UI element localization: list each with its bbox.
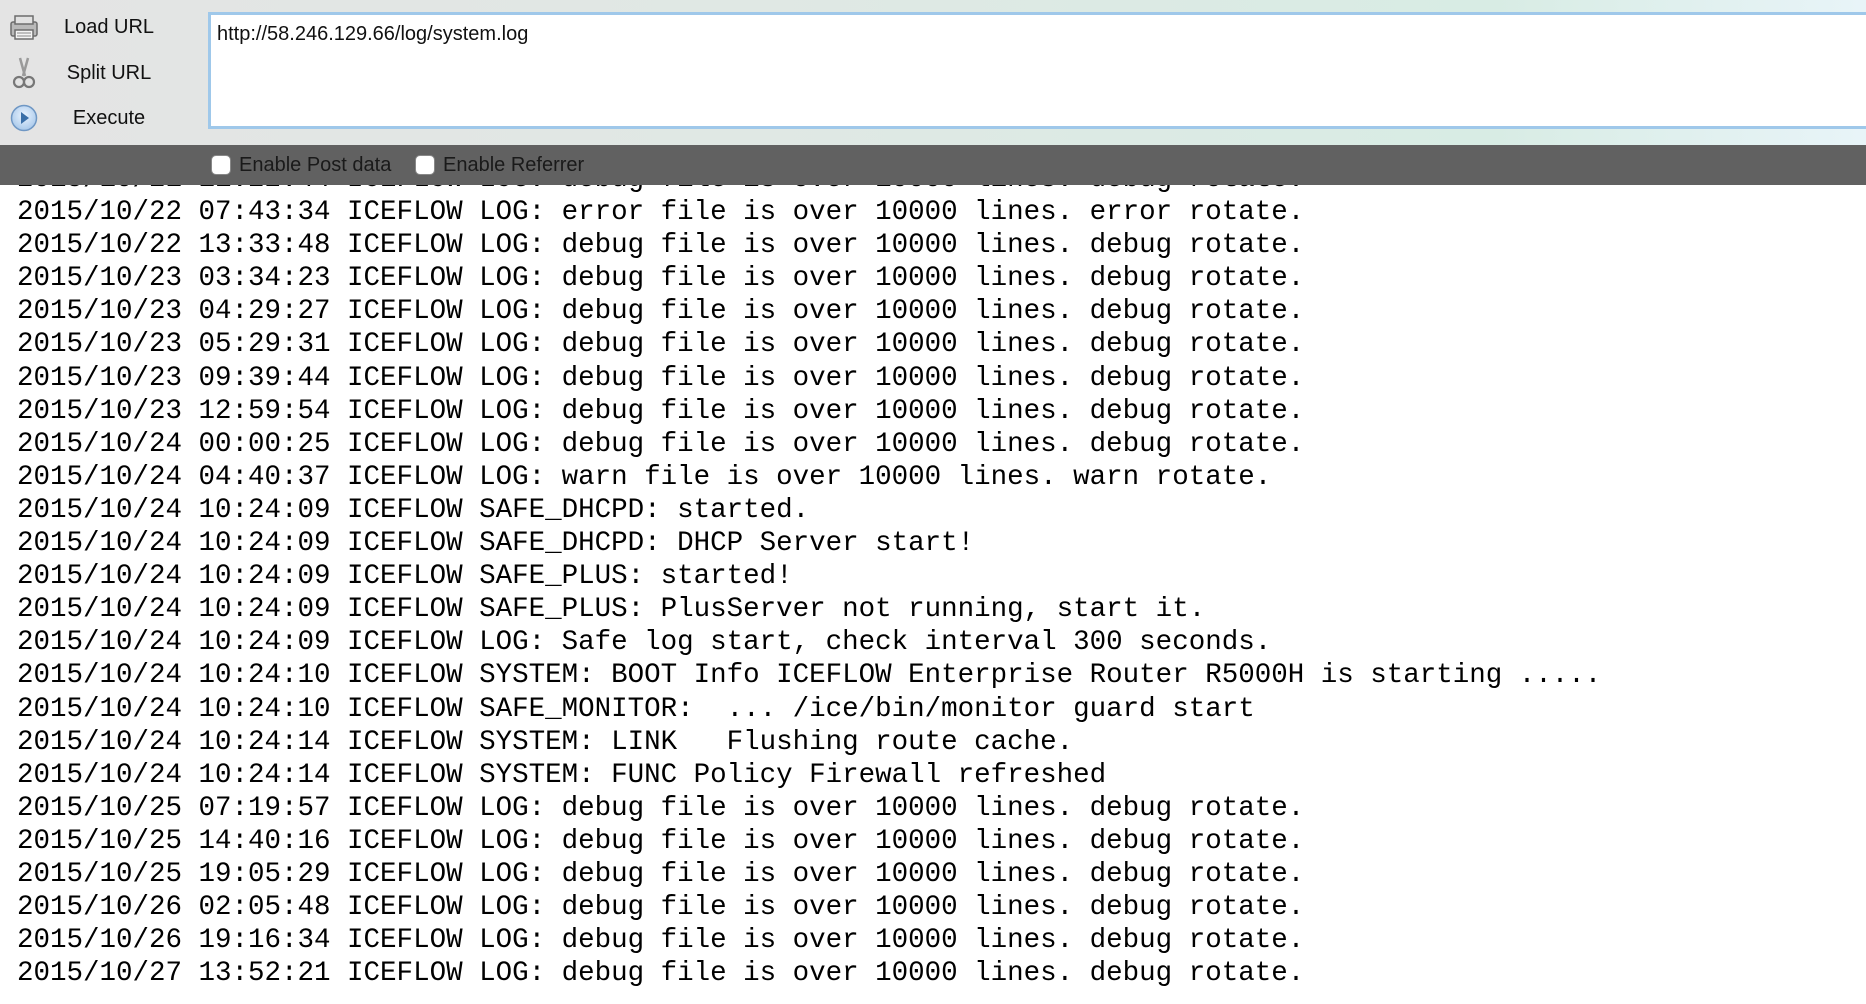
log-line: 2015/10/24 10:24:09 ICEFLOW SAFE_PLUS: s… — [17, 561, 793, 593]
log-line: 2015/10/24 10:24:09 ICEFLOW SAFE_DHCPD: … — [17, 528, 975, 560]
log-line: 2015/10/24 10:24:09 ICEFLOW LOG: Safe lo… — [17, 627, 1272, 659]
log-line: 2015/10/24 10:24:14 ICEFLOW SYSTEM: FUNC… — [17, 759, 1107, 791]
log-line: 2015/10/24 10:24:10 ICEFLOW SYSTEM: BOOT… — [17, 660, 1602, 692]
load-url-label: Load URL — [63, 15, 155, 38]
log-line: 2015/10/22 13:33:48 ICEFLOW LOG: debug f… — [17, 230, 1305, 262]
load-url-button[interactable]: Load URL — [0, 5, 200, 49]
play-icon — [0, 96, 48, 140]
log-line: 2015/10/25 14:40:16 ICEFLOW LOG: debug f… — [17, 825, 1305, 857]
log-line: 2015/10/22 07:43:34 ICEFLOW LOG: error f… — [17, 197, 1305, 229]
log-line: 2015/10/23 03:34:23 ICEFLOW LOG: debug f… — [17, 263, 1305, 295]
enable-post-data-checkbox[interactable] — [211, 155, 231, 175]
log-line: 2015/10/21 11:22:44 ICEFLOW LOG: debug f… — [17, 185, 1601, 196]
log-line: 2015/10/23 04:29:27 ICEFLOW LOG: debug f… — [17, 296, 1305, 328]
log-line: 2015/10/24 04:40:37 ICEFLOW LOG: warn fi… — [17, 461, 1272, 493]
enable-post-data-option[interactable]: Enable Post data — [211, 145, 391, 185]
log-line: 2015/10/24 10:24:10 ICEFLOW SAFE_MONITOR… — [17, 693, 1255, 725]
log-line: 2015/10/23 12:59:54 ICEFLOW LOG: debug f… — [17, 395, 1305, 427]
execute-button[interactable]: Execute — [0, 96, 200, 140]
load-url-icon — [0, 5, 48, 49]
log-line: 2015/10/26 19:16:34 ICEFLOW LOG: debug f… — [17, 925, 1305, 957]
log-line: 2015/10/25 19:05:29 ICEFLOW LOG: debug f… — [17, 858, 1305, 890]
log-line: 2015/10/23 09:39:44 ICEFLOW LOG: debug f… — [17, 362, 1305, 394]
enable-post-data-label: Enable Post data — [239, 153, 392, 176]
enable-referrer-label: Enable Referrer — [443, 153, 585, 176]
split-url-button[interactable]: Split URL — [0, 51, 200, 95]
log-line: 2015/10/24 10:24:09 ICEFLOW SAFE_DHCPD: … — [17, 494, 810, 526]
log-line: 2015/10/23 05:29:31 ICEFLOW LOG: debug f… — [17, 329, 1305, 361]
scissors-icon — [0, 51, 48, 95]
enable-referrer-checkbox[interactable] — [415, 155, 435, 175]
log-line: 2015/10/26 02:05:48 ICEFLOW LOG: debug f… — [17, 892, 1305, 924]
hackbar-toolbar: Load URL Split URL Execute http://58.246… — [0, 0, 1866, 145]
log-line: 2015/10/24 10:24:14 ICEFLOW SYSTEM: LINK… — [17, 726, 1074, 758]
page-content: 2015/10/21 11:22:44 ICEFLOW LOG: debug f… — [0, 185, 1866, 1004]
log-line: 2015/10/25 07:19:57 ICEFLOW LOG: debug f… — [17, 792, 1305, 824]
system-log-text: 2015/10/21 11:22:44 ICEFLOW LOG: debug f… — [17, 185, 1601, 990]
url-input[interactable] — [208, 12, 1866, 129]
enable-referrer-option[interactable]: Enable Referrer — [415, 145, 584, 185]
split-url-label: Split URL — [66, 61, 152, 84]
options-bar: Enable Post data Enable Referrer — [0, 145, 1866, 185]
log-line: 2015/10/27 13:52:21 ICEFLOW LOG: debug f… — [17, 958, 1305, 990]
execute-label: Execute — [72, 106, 146, 129]
log-line: 2015/10/24 00:00:25 ICEFLOW LOG: debug f… — [17, 428, 1305, 460]
log-line: 2015/10/24 10:24:09 ICEFLOW SAFE_PLUS: P… — [17, 594, 1206, 626]
